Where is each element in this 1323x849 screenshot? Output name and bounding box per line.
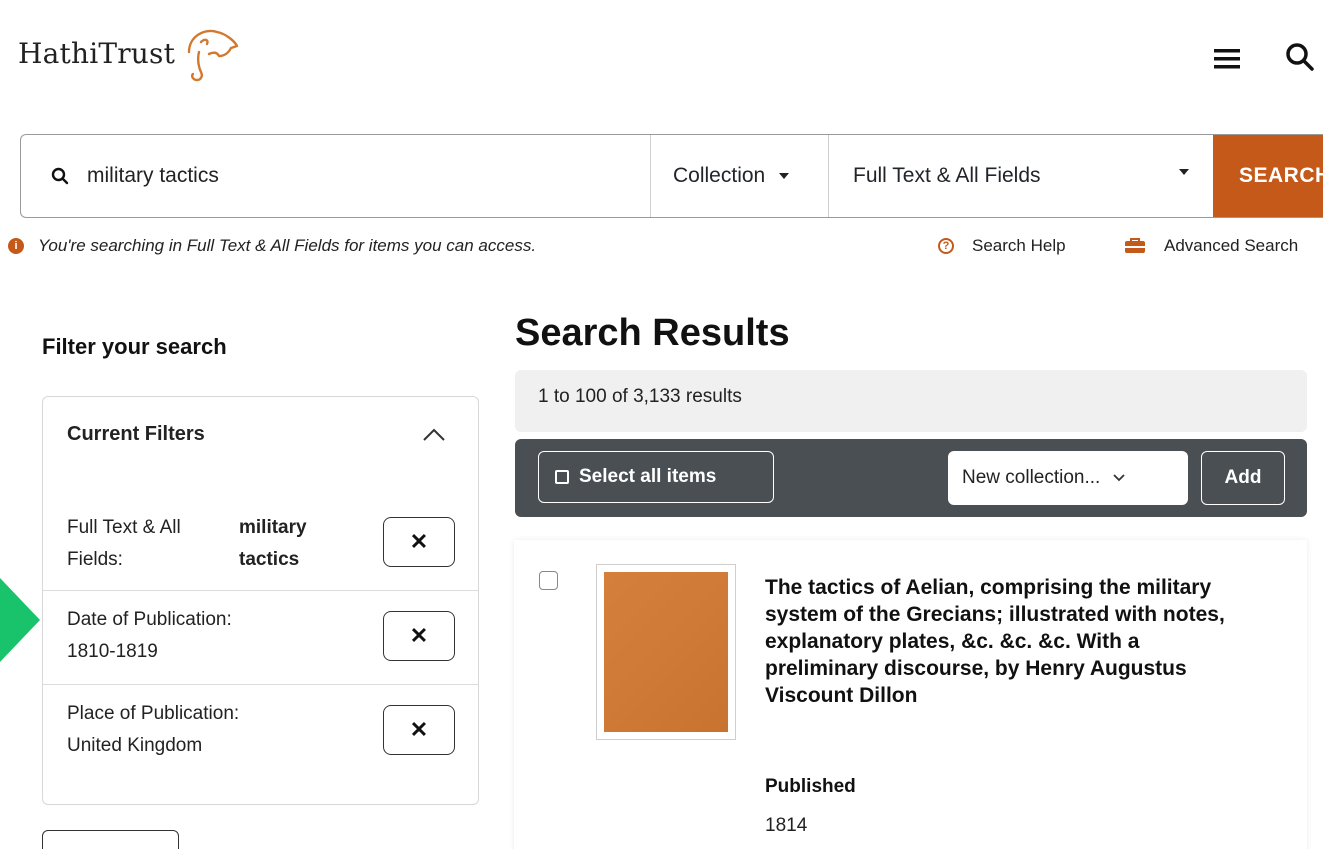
add-to-collection-button[interactable]: Add [1201,451,1285,505]
filter-value: military [239,517,307,538]
select-all-button[interactable]: Select all items [538,451,774,503]
search-bar: Collection Full Text & All Fields SEARCH [20,134,1323,218]
collection-select-label: New collection... [962,467,1101,488]
filter-label: Fields: [67,549,123,570]
book-thumbnail[interactable] [596,564,736,740]
advanced-search-link[interactable]: Advanced Search [1124,236,1298,256]
search-button[interactable]: SEARCH [1213,135,1323,217]
search-field-label: Full Text & All Fields [853,164,1041,187]
results-count: 1 to 100 of 3,133 results [515,370,1307,432]
search-info-message: i You're searching in Full Text & All Fi… [8,236,536,256]
advanced-search-label: Advanced Search [1164,236,1299,255]
search-help-link[interactable]: ? Search Help [938,236,1066,256]
current-filters-heading: Current Filters [67,423,205,445]
filter-value: tactics [239,549,300,570]
logo-text: HathiTrust [18,36,176,70]
chevron-up-icon[interactable] [421,427,447,443]
filter-label: Full Text & All [67,517,181,538]
book-cover-image [604,572,728,732]
clear-filters-button[interactable] [42,830,179,849]
remove-filter-button[interactable]: ✕ [383,517,455,567]
info-icon: i [8,238,24,254]
filter-row-full-text: Full Text & All Fields: military tactics… [43,509,478,591]
page: HathiTrust Collection Full Text & All Fi… [0,0,1323,849]
collection-dropdown-label: Collection [673,164,766,187]
search-info-text: You're searching in Full Text & All Fiel… [38,236,537,255]
toolbox-icon [1125,238,1145,253]
search-icon[interactable] [1283,40,1317,74]
collection-dropdown[interactable]: Collection [650,135,828,217]
filter-label: Place of Publication: [67,703,240,724]
search-help-label: Search Help [972,236,1066,255]
elephant-logo-icon [187,29,239,82]
hathitrust-logo[interactable]: HathiTrust [18,22,241,84]
collection-select[interactable]: New collection... [948,451,1188,505]
filter-row-date: Date of Publication: 1810-1819 ✕ [43,591,478,685]
filter-value: United Kingdom [67,735,203,756]
current-filters-panel: Current Filters Full Text & All Fields: … [42,396,479,805]
question-circle-icon: ? [938,238,954,254]
result-title-link[interactable]: The tactics of Aelian, comprising the mi… [765,574,1255,709]
search-field-dropdown[interactable]: Full Text & All Fields [828,135,1213,217]
remove-filter-button[interactable]: ✕ [383,611,455,661]
hamburger-menu-icon[interactable] [1212,46,1244,72]
search-query-group [21,135,650,217]
caret-down-icon [1179,169,1189,175]
filter-title: Filter your search [42,334,227,359]
annotation-arrow-icon [0,578,40,662]
results-title: Search Results [515,312,790,354]
published-label: Published [765,776,856,797]
remove-filter-button[interactable]: ✕ [383,705,455,755]
filter-row-place: Place of Publication: United Kingdom ✕ [43,685,478,779]
search-input[interactable] [85,163,589,189]
result-item: The tactics of Aelian, comprising the mi… [514,540,1307,849]
chevron-down-icon [1113,474,1125,482]
result-checkbox[interactable] [539,571,558,590]
checkbox-icon [555,470,569,484]
filter-value: 1810-1819 [67,641,158,662]
select-all-label: Select all items [579,466,717,487]
results-toolbar: Select all items New collection... Add [515,439,1307,517]
filter-label: Date of Publication: [67,609,232,630]
caret-down-icon [779,173,790,179]
search-icon [51,167,69,185]
published-value: 1814 [765,815,808,836]
